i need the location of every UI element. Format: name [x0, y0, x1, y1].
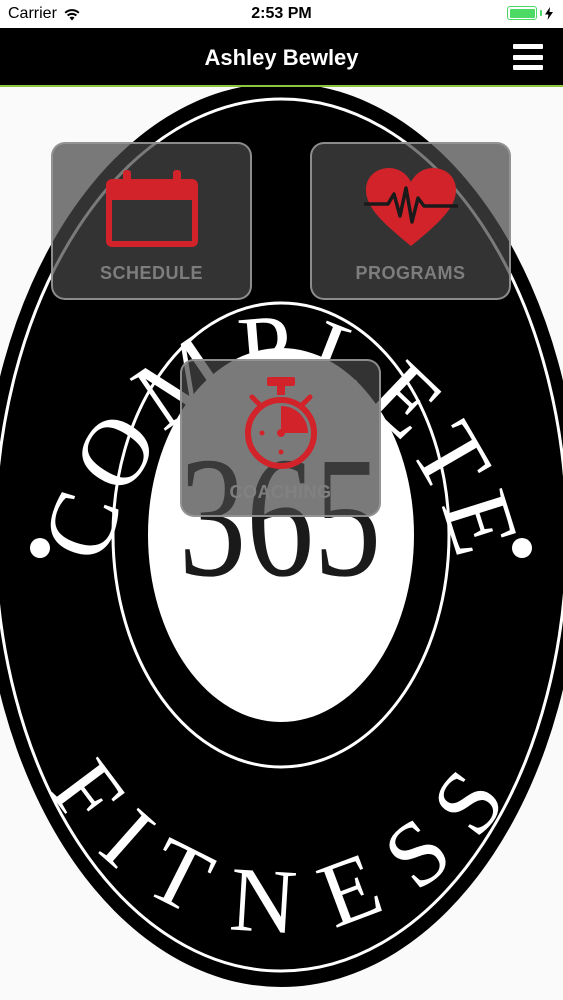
calendar-icon — [105, 170, 198, 247]
coaching-label: COACHING — [229, 482, 332, 502]
programs-tile-button[interactable]: PROGRAMS — [310, 142, 511, 300]
status-time: 2:53 PM — [251, 5, 312, 22]
nav-title: Ashley Bewley — [204, 45, 359, 70]
battery-fill — [509, 8, 535, 18]
battery-indicator — [507, 6, 553, 20]
programs-label: PROGRAMS — [355, 263, 466, 283]
stopwatch-icon — [244, 377, 317, 469]
menu-bar-line — [513, 65, 543, 70]
schedule-label: SCHEDULE — [99, 263, 203, 283]
hamburger-menu-button[interactable] — [513, 42, 543, 72]
coaching-tile-button[interactable]: COACHING — [180, 359, 381, 517]
dashboard-content: COMPLETE FITNESS 365 SCHEDULE PROGRAMS — [0, 87, 563, 1000]
schedule-tile-button[interactable]: SCHEDULE — [51, 142, 252, 300]
battery-icon — [507, 6, 537, 20]
navigation-bar: Ashley Bewley — [0, 28, 563, 87]
charging-bolt-icon — [545, 6, 553, 20]
status-bar: Carrier 2:53 PM — [0, 0, 563, 28]
menu-bar-line — [513, 44, 543, 49]
menu-bar-line — [513, 54, 543, 60]
battery-tip — [540, 10, 542, 16]
heartbeat-icon — [363, 168, 458, 246]
